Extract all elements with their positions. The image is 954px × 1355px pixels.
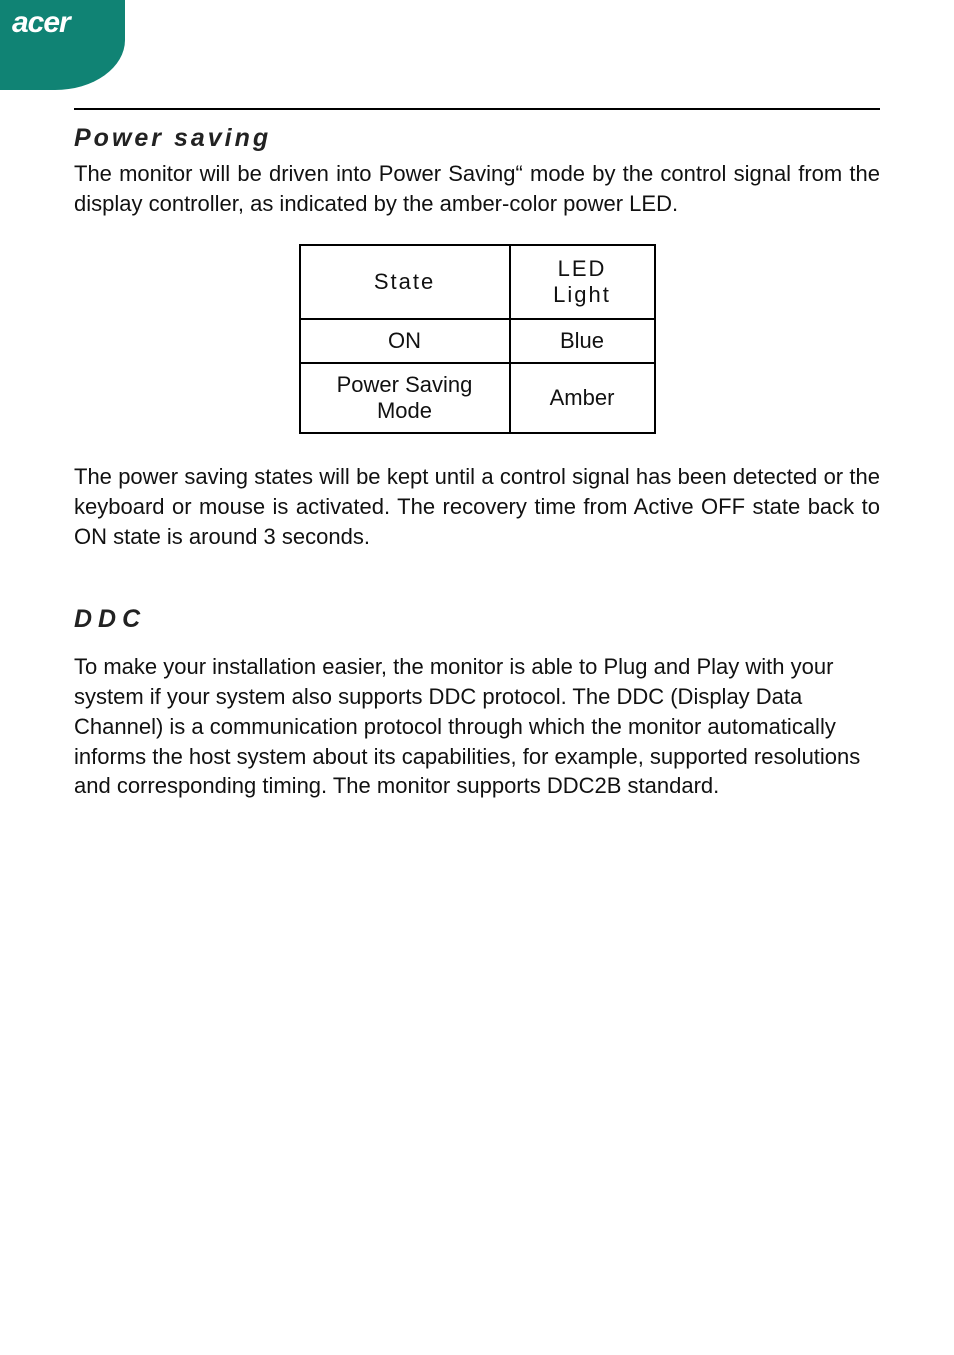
table-cell-state-1: Power Saving Mode — [300, 363, 510, 433]
section-ddc-title: DDC — [74, 605, 880, 634]
section-power-saving-p2: The power saving states will be kept unt… — [74, 462, 880, 551]
section-power-saving-title: Power saving — [74, 124, 880, 153]
section-power-saving-p1: The monitor will be driven into Power Sa… — [74, 159, 880, 218]
table-cell-state-1-line1: Power Saving — [337, 372, 473, 397]
divider — [74, 108, 880, 110]
table-cell-state-0: ON — [300, 319, 510, 363]
table-cell-led-1: Amber — [510, 363, 655, 433]
led-state-table: State LED Light ON Blue Power Saving Mod… — [299, 244, 656, 434]
table-row: Power Saving Mode Amber — [300, 363, 655, 433]
table-cell-state-1-line2: Mode — [377, 398, 432, 423]
table-cell-led-0: Blue — [510, 319, 655, 363]
table-header-state: State — [300, 245, 510, 319]
section-ddc-p1: To make your installation easier, the mo… — [74, 652, 880, 800]
brand-header-tab: acer — [0, 0, 125, 90]
table-header-led: LED Light — [510, 245, 655, 319]
table-header-led-line1: LED — [558, 256, 607, 281]
table-header-led-line2: Light — [553, 282, 611, 307]
page-content: Power saving The monitor will be driven … — [74, 108, 880, 801]
table-header-row: State LED Light — [300, 245, 655, 319]
table-row: ON Blue — [300, 319, 655, 363]
brand-logo: acer — [12, 6, 70, 40]
